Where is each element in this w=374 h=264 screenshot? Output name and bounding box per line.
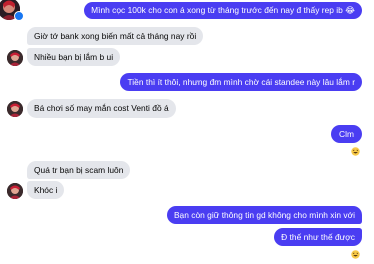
message-incoming[interactable]: Khóc i bbox=[27, 181, 65, 199]
messenger-icon bbox=[14, 11, 24, 22]
message-outgoing[interactable]: Clm bbox=[331, 125, 362, 143]
avatar-image bbox=[7, 101, 23, 117]
message-incoming[interactable]: Bá chơi số may mắn cost Venti đồ á bbox=[27, 99, 176, 118]
laughing-emoji-icon[interactable] bbox=[351, 246, 360, 259]
avatar-image bbox=[7, 183, 23, 199]
message-incoming[interactable]: Giờ tớ bank xong biến mất cả tháng nay r… bbox=[27, 27, 204, 45]
avatar-image bbox=[7, 50, 23, 66]
avatar-contact[interactable] bbox=[7, 50, 23, 66]
message-incoming[interactable]: Quá tr bạn bị scam luôn bbox=[27, 161, 131, 179]
laughing-emoji-icon[interactable] bbox=[351, 143, 360, 156]
message-outgoing[interactable]: Bạn còn giữ thông tin gd không cho mình … bbox=[166, 206, 362, 224]
message-outgoing[interactable]: Tiền thì ít thôi, nhưng đm mình chờ cái … bbox=[120, 73, 362, 91]
avatar-contact[interactable] bbox=[7, 183, 23, 199]
message-outgoing[interactable]: Đ thế như thế được bbox=[274, 228, 362, 246]
avatar-contact[interactable] bbox=[7, 101, 23, 117]
message-outgoing[interactable]: Mình cọc 100k cho con á xong từ tháng tr… bbox=[84, 2, 362, 19]
message-incoming[interactable]: Nhiều bạn bị lắm b ui bbox=[27, 48, 121, 66]
